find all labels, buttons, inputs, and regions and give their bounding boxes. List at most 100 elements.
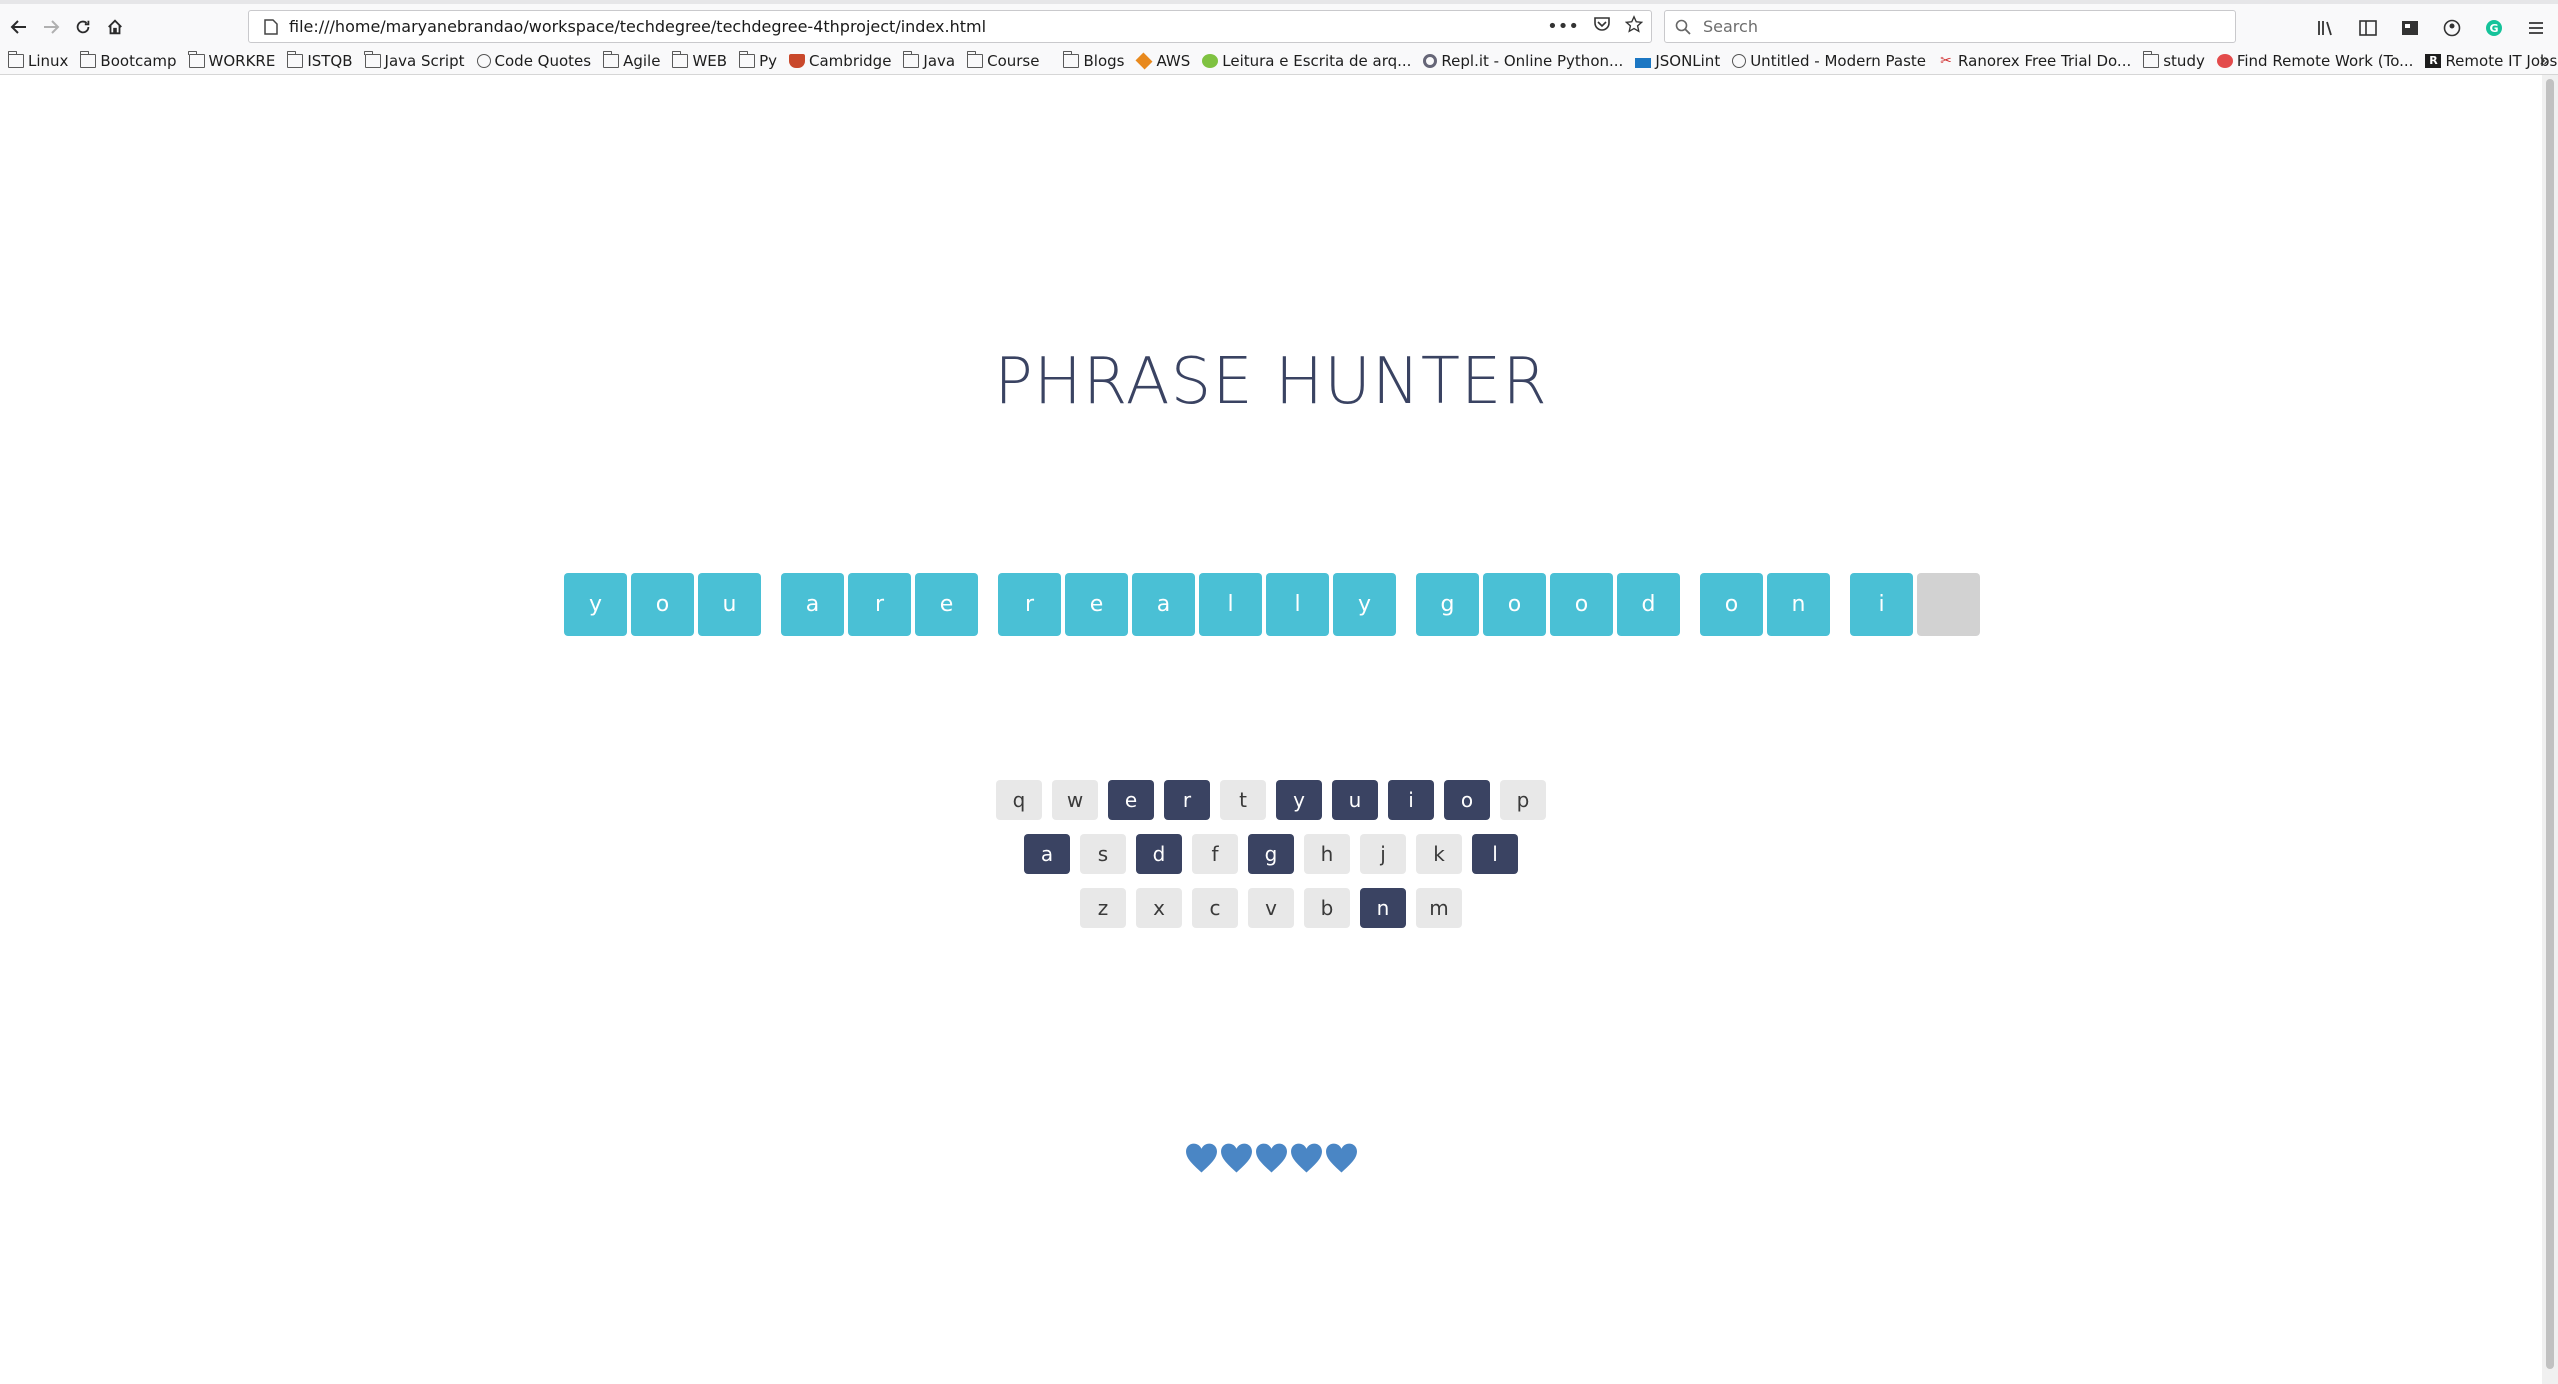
- bookmark-item[interactable]: WORKRE: [188, 50, 276, 70]
- key-f[interactable]: f: [1192, 834, 1238, 874]
- key-r[interactable]: r: [1164, 780, 1210, 820]
- bookmark-label: Course: [987, 51, 1040, 70]
- bookmark-label: Java Script: [384, 51, 465, 70]
- phrase-letter: l: [1266, 573, 1329, 636]
- bookmark-item[interactable]: ✂ Ranorex Free Trial Do...: [1938, 52, 2131, 70]
- bookmark-item[interactable]: Find Remote Work (To...: [2216, 51, 2414, 70]
- bookmark-item[interactable]: Linux: [7, 50, 69, 70]
- key-k[interactable]: k: [1416, 834, 1462, 874]
- home-button[interactable]: [98, 10, 132, 44]
- url-text[interactable]: file:///home/maryanebrandao/workspace/te…: [289, 17, 986, 36]
- bookmark-label: Leitura e Escrita de arq...: [1222, 51, 1412, 70]
- vertical-scrollbar[interactable]: [2542, 75, 2558, 1384]
- bookmark-label: Linux: [28, 51, 69, 70]
- keyboard-row: qwertyuiop: [0, 780, 2542, 820]
- bookmark-item[interactable]: Untitled - Modern Paste: [1732, 52, 1926, 70]
- bookmark-label: ISTQB: [307, 51, 353, 70]
- bookmark-label: Untitled - Modern Paste: [1750, 51, 1927, 70]
- phrase-letter: r: [848, 573, 911, 636]
- forward-button[interactable]: [34, 10, 68, 44]
- bookmark-item[interactable]: Java Script: [364, 50, 465, 70]
- phrase-letter: a: [1132, 573, 1195, 636]
- key-l[interactable]: l: [1472, 834, 1518, 874]
- back-button[interactable]: [2, 10, 36, 44]
- phrase-letter: a: [781, 573, 844, 636]
- bookmark-item[interactable]: Repl.it - Online Python...: [1423, 52, 1623, 70]
- bookmark-label: Bootcamp: [100, 51, 177, 70]
- folder-icon: [602, 50, 620, 68]
- search-input[interactable]: [1701, 16, 2205, 37]
- bookmark-item[interactable]: study: [2142, 50, 2205, 70]
- phrase-letter: o: [1483, 573, 1546, 636]
- key-w[interactable]: w: [1052, 780, 1098, 820]
- sidebar-icon[interactable]: [2356, 16, 2380, 40]
- search-bar[interactable]: [1664, 10, 2236, 43]
- bookmark-item[interactable]: Course: [966, 50, 1040, 70]
- key-u[interactable]: u: [1332, 780, 1378, 820]
- key-s[interactable]: s: [1080, 834, 1126, 874]
- key-i[interactable]: i: [1388, 780, 1434, 820]
- bookmarks-overflow-icon[interactable]: »: [2539, 50, 2550, 71]
- extension-icon[interactable]: [2398, 16, 2422, 40]
- svg-text:G: G: [2489, 22, 2498, 35]
- key-x[interactable]: x: [1136, 888, 1182, 928]
- key-p[interactable]: p: [1500, 780, 1546, 820]
- phrase-letter: i: [1850, 573, 1913, 636]
- back-arrow-icon: [10, 20, 26, 34]
- folder-icon: [286, 50, 304, 68]
- key-g[interactable]: g: [1248, 834, 1294, 874]
- bookmark-item[interactable]: Leitura e Escrita de arq...: [1202, 52, 1411, 70]
- heart-icon: [1185, 1143, 1217, 1173]
- bookmark-item[interactable]: Code Quotes: [476, 52, 591, 70]
- phrase-letter: y: [1333, 573, 1396, 636]
- search-icon: [1675, 19, 1695, 35]
- address-bar[interactable]: file:///home/maryanebrandao/workspace/te…: [248, 10, 1652, 43]
- bookmark-item[interactable]: WEB: [671, 50, 727, 70]
- bookmark-label: Agile: [623, 51, 661, 70]
- bookmark-item[interactable]: Agile: [602, 50, 661, 70]
- key-y[interactable]: y: [1276, 780, 1322, 820]
- ranorex-icon: ✂: [1940, 52, 1952, 69]
- bookmark-item[interactable]: Blogs: [1062, 50, 1124, 70]
- key-o[interactable]: o: [1444, 780, 1490, 820]
- key-j[interactable]: j: [1360, 834, 1406, 874]
- key-a[interactable]: a: [1024, 834, 1070, 874]
- bookmark-star-icon[interactable]: [1624, 15, 1644, 38]
- key-e[interactable]: e: [1108, 780, 1154, 820]
- bookmark-item[interactable]: JSONLint: [1635, 52, 1720, 70]
- folder-icon: [364, 50, 381, 68]
- account-icon[interactable]: [2440, 16, 2464, 40]
- green-icon: [1202, 53, 1219, 68]
- bookmark-item[interactable]: Java: [902, 50, 955, 70]
- key-t[interactable]: t: [1220, 780, 1266, 820]
- page-actions-icon[interactable]: •••: [1547, 16, 1579, 37]
- bookmark-label: Repl.it - Online Python...: [1441, 51, 1624, 70]
- bookmark-item[interactable]: AWS: [1135, 52, 1190, 70]
- key-n[interactable]: n: [1360, 888, 1406, 928]
- bookmark-label: Find Remote Work (To...: [2236, 51, 2414, 70]
- library-icon[interactable]: [2314, 16, 2338, 40]
- key-h[interactable]: h: [1304, 834, 1350, 874]
- folder-icon: [671, 50, 689, 68]
- menu-icon[interactable]: [2524, 16, 2548, 40]
- key-q[interactable]: q: [996, 780, 1042, 820]
- scrollbar-thumb[interactable]: [2546, 79, 2554, 1369]
- key-v[interactable]: v: [1248, 888, 1294, 928]
- bookmark-item[interactable]: ISTQB: [286, 50, 353, 70]
- key-b[interactable]: b: [1304, 888, 1350, 928]
- pocket-icon[interactable]: [1593, 16, 1611, 37]
- red-icon: [2216, 53, 2233, 68]
- reload-button[interactable]: [66, 10, 100, 44]
- key-m[interactable]: m: [1416, 888, 1462, 928]
- bookmark-label: WORKRE: [208, 51, 276, 70]
- key-z[interactable]: z: [1080, 888, 1126, 928]
- bookmark-item[interactable]: Bootcamp: [79, 50, 177, 70]
- phrase-letter: n: [1767, 573, 1830, 636]
- home-icon: [108, 19, 122, 35]
- key-d[interactable]: d: [1136, 834, 1182, 874]
- bookmark-item[interactable]: Py: [738, 50, 777, 70]
- phrase-letter: y: [564, 573, 627, 636]
- grammarly-icon[interactable]: G: [2482, 16, 2506, 40]
- key-c[interactable]: c: [1192, 888, 1238, 928]
- bookmark-item[interactable]: Cambridge: [789, 52, 891, 70]
